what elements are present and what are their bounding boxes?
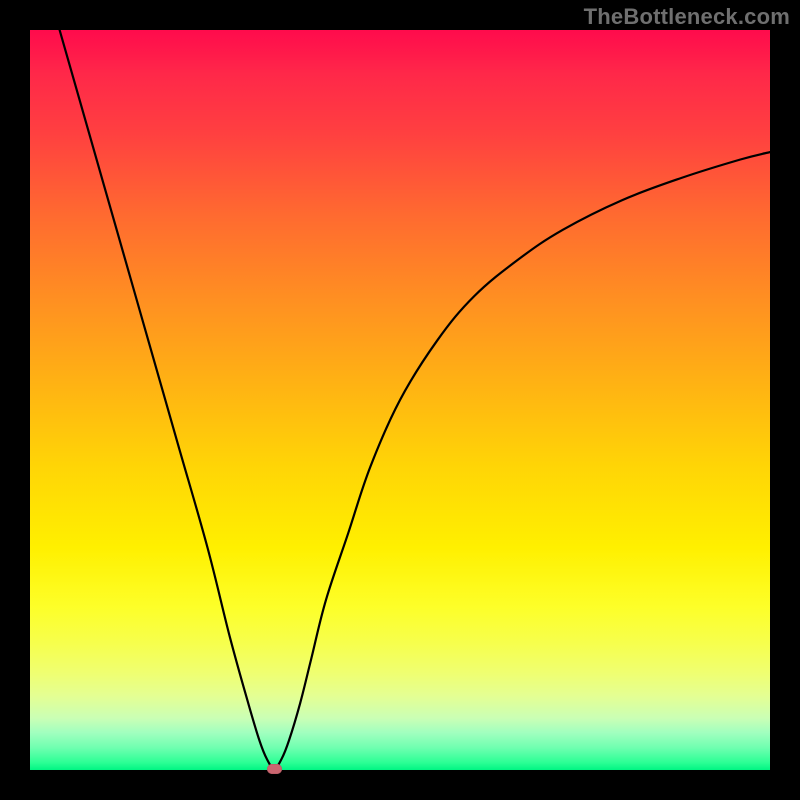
bottleneck-marker	[267, 764, 282, 774]
curve-svg	[30, 30, 770, 770]
curve-path	[60, 30, 770, 769]
plot-area	[30, 30, 770, 770]
chart-frame: TheBottleneck.com	[0, 0, 800, 800]
watermark-text: TheBottleneck.com	[584, 4, 790, 30]
